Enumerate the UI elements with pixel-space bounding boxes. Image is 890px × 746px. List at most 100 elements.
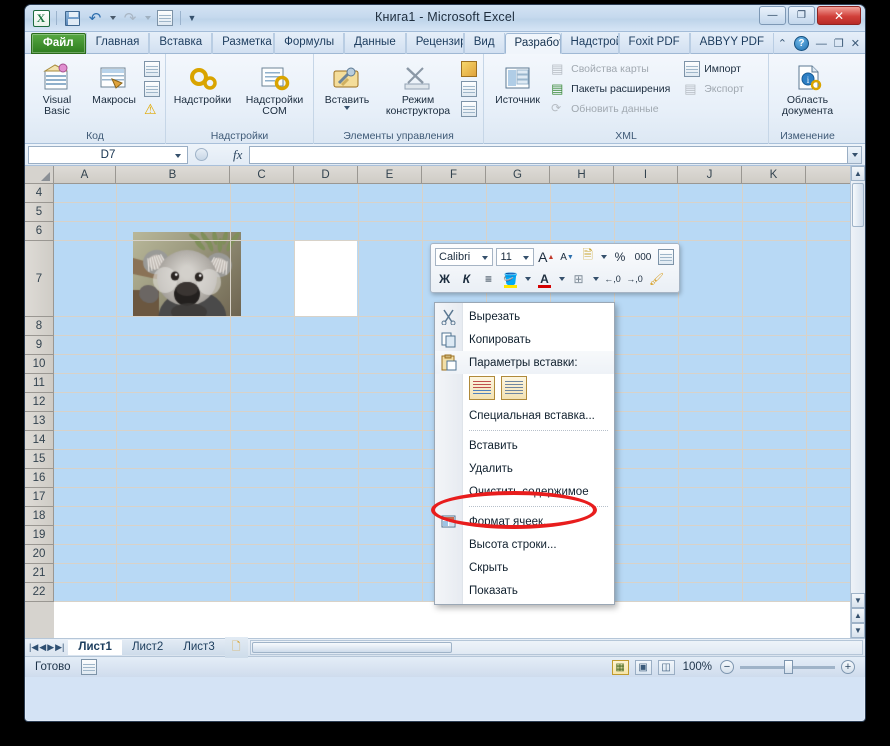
- restore-button[interactable]: ❐: [788, 6, 815, 25]
- sheet-tab-1[interactable]: Лист1: [68, 640, 122, 655]
- grow-font-button[interactable]: A ▲: [537, 248, 555, 267]
- close-button[interactable]: ✕: [817, 6, 861, 25]
- tab-file[interactable]: Файл: [31, 33, 86, 54]
- view-code-button[interactable]: [461, 80, 477, 98]
- row-header-16[interactable]: 16: [25, 469, 54, 488]
- doc-minimize-icon[interactable]: —: [816, 38, 827, 50]
- insert-sheet-button[interactable]: 🗋: [224, 637, 248, 658]
- column-header-h[interactable]: H: [550, 166, 614, 184]
- row-header-10[interactable]: 10: [25, 355, 54, 374]
- column-header-e[interactable]: E: [358, 166, 422, 184]
- row-header-21[interactable]: 21: [25, 564, 54, 583]
- zoom-slider-knob[interactable]: [784, 659, 793, 674]
- context-item-unhide[interactable]: Показать: [435, 579, 614, 602]
- sheet-nav-next[interactable]: ▶: [47, 642, 54, 653]
- row-header-12[interactable]: 12: [25, 393, 54, 412]
- column-header-f[interactable]: F: [422, 166, 486, 184]
- select-all-button[interactable]: [25, 166, 54, 184]
- bold-button[interactable]: Ж: [435, 270, 454, 289]
- borders-chevron-icon[interactable]: [591, 270, 600, 289]
- align-center-button[interactable]: ≡: [479, 270, 498, 289]
- shrink-font-button[interactable]: A ▼: [558, 248, 576, 267]
- column-header-g[interactable]: G: [486, 166, 550, 184]
- column-header-c[interactable]: C: [230, 166, 294, 184]
- accounting-chevron-icon[interactable]: [600, 248, 608, 267]
- name-box-chevron-icon[interactable]: [175, 153, 181, 158]
- font-name-chevron-icon[interactable]: [482, 256, 489, 260]
- font-size-box[interactable]: 11: [496, 248, 535, 266]
- help-icon[interactable]: ?: [793, 36, 809, 51]
- row-header-5[interactable]: 5: [25, 203, 54, 222]
- expansion-packs-button[interactable]: ▤ Пакеты расширения: [551, 80, 679, 98]
- tab-formulas[interactable]: Формулы: [274, 33, 345, 54]
- tab-data[interactable]: Данные: [344, 33, 406, 54]
- paste-option-formulas[interactable]: [469, 376, 495, 400]
- expand-formula-bar-button[interactable]: [847, 145, 862, 164]
- prev-page-button[interactable]: ▲: [851, 608, 865, 623]
- column-header-j[interactable]: J: [678, 166, 742, 184]
- row-header-8[interactable]: 8: [25, 317, 54, 336]
- decrease-decimal-button[interactable]: →,0: [625, 270, 644, 289]
- context-item-copy[interactable]: Копировать: [435, 328, 614, 351]
- zoom-in-button[interactable]: +: [841, 660, 855, 674]
- sheet-nav-prev[interactable]: ◀: [39, 642, 46, 653]
- format-painter-button[interactable]: 🖌: [647, 270, 666, 289]
- document-panel-button[interactable]: i Область документа: [774, 59, 841, 117]
- name-box[interactable]: D7: [28, 145, 188, 164]
- context-item-insert[interactable]: Вставить: [435, 434, 614, 457]
- zoom-slider[interactable]: [740, 659, 835, 674]
- fill-color-button[interactable]: 🪣: [501, 270, 520, 289]
- view-page-break-icon[interactable]: ◫: [657, 659, 675, 675]
- row-header-4[interactable]: 4: [25, 184, 54, 203]
- xml-source-button[interactable]: Источник: [489, 59, 546, 106]
- column-header-a[interactable]: A: [54, 166, 116, 184]
- font-size-chevron-icon[interactable]: [523, 256, 530, 260]
- row-header-13[interactable]: 13: [25, 412, 54, 431]
- view-normal-icon[interactable]: ▦: [611, 659, 629, 675]
- row-header-20[interactable]: 20: [25, 545, 54, 564]
- vertical-scroll-thumb[interactable]: [852, 183, 864, 227]
- tab-developer[interactable]: Разработч: [504, 33, 561, 54]
- increase-decimal-button[interactable]: ←,0: [603, 270, 622, 289]
- addins-button[interactable]: Надстройки: [172, 59, 234, 106]
- column-header-k[interactable]: K: [742, 166, 806, 184]
- active-cell-d7[interactable]: [294, 241, 357, 316]
- tab-addins[interactable]: Надстройи: [560, 33, 619, 54]
- horizontal-scroll-thumb[interactable]: [251, 642, 452, 653]
- comma-style-button[interactable]: 000: [632, 248, 654, 267]
- row-header-6[interactable]: 6: [25, 222, 54, 241]
- scroll-down-button[interactable]: ▼: [851, 593, 865, 608]
- cancel-formula-icon[interactable]: [195, 148, 208, 161]
- view-page-layout-icon[interactable]: ▣: [634, 659, 652, 675]
- italic-button[interactable]: К: [457, 270, 476, 289]
- visual-basic-button[interactable]: Visual Basic: [30, 59, 84, 117]
- relative-reference-button[interactable]: [144, 80, 160, 98]
- import-button[interactable]: Импорт: [684, 60, 763, 78]
- sheet-tab-3[interactable]: Лист3: [173, 640, 225, 655]
- context-item-hide[interactable]: Скрыть: [435, 556, 614, 579]
- row-header-14[interactable]: 14: [25, 431, 54, 450]
- row-header-19[interactable]: 19: [25, 526, 54, 545]
- tab-review[interactable]: Рецензир: [405, 33, 464, 54]
- minimize-button[interactable]: —: [759, 6, 786, 25]
- row-header-17[interactable]: 17: [25, 488, 54, 507]
- tab-insert[interactable]: Вставка: [149, 33, 213, 54]
- row-header-18[interactable]: 18: [25, 507, 54, 526]
- properties-button[interactable]: [461, 60, 477, 78]
- context-item-cut[interactable]: Вырезать: [435, 305, 614, 328]
- tab-page-layout[interactable]: Разметка с: [212, 33, 275, 54]
- vertical-scrollbar[interactable]: ▲ ▼ ▲ ▼: [850, 166, 865, 638]
- macros-button[interactable]: Макросы: [87, 59, 141, 106]
- context-item-row-height[interactable]: Высота строки...: [435, 533, 614, 556]
- zoom-out-button[interactable]: −: [720, 660, 734, 674]
- column-header-d[interactable]: D: [294, 166, 358, 184]
- minimize-ribbon-icon[interactable]: ⌃: [778, 37, 787, 50]
- scroll-up-button[interactable]: ▲: [851, 166, 865, 181]
- zoom-level-label[interactable]: 100%: [681, 661, 714, 673]
- tab-home[interactable]: Главная: [85, 33, 150, 54]
- font-color-chevron-icon[interactable]: [557, 270, 566, 289]
- record-macro-button[interactable]: [144, 60, 160, 78]
- insert-control-button[interactable]: Вставить: [319, 59, 375, 110]
- formula-input[interactable]: [249, 145, 847, 164]
- insert-function-icon[interactable]: fx: [233, 147, 242, 163]
